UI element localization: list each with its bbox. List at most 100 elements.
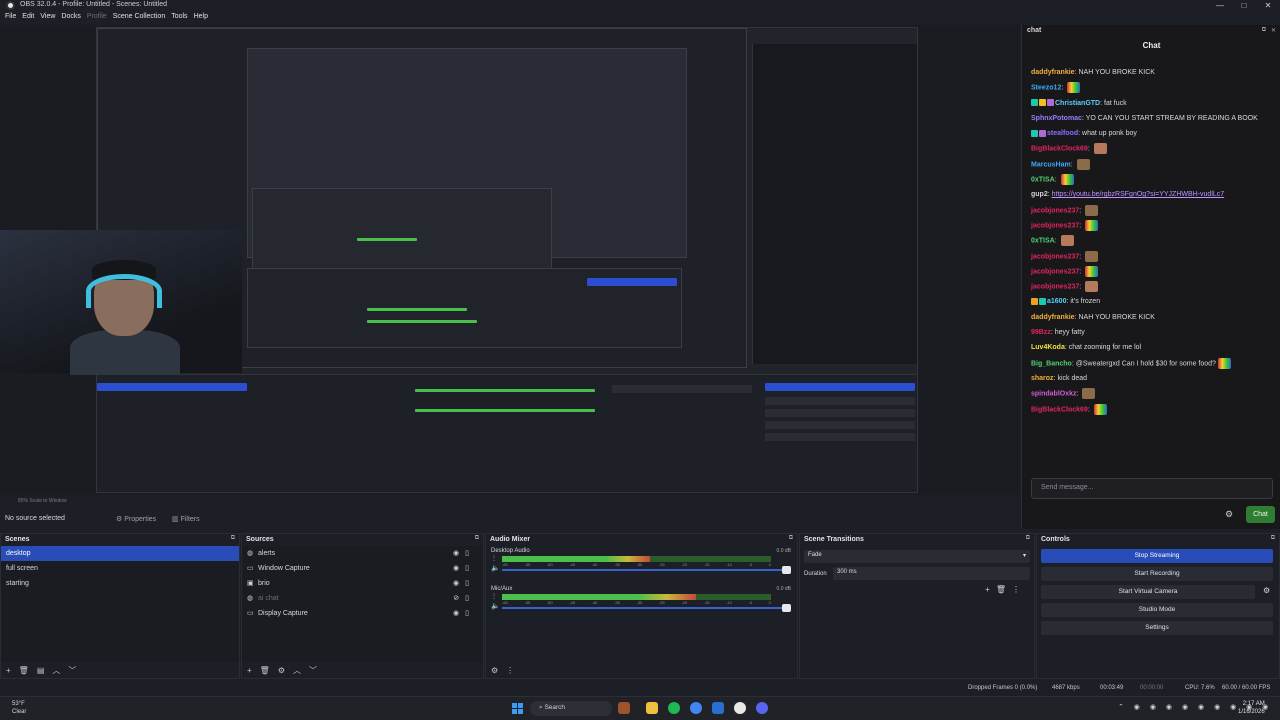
transition-select[interactable]: Fade ▾ <box>804 550 1030 563</box>
move-down-icon[interactable]: ﹀ <box>309 665 317 676</box>
chat-username[interactable]: BigBlackClock69 <box>1031 146 1088 153</box>
volume-slider[interactable] <box>502 607 789 609</box>
chat-username[interactable]: Steezo12 <box>1031 85 1061 92</box>
undock-icon[interactable]: ⧉ <box>1262 27 1266 34</box>
chat-message-list[interactable]: daddyfrankie: NAH YOU BROKE KICK Steezo12… <box>1031 67 1277 419</box>
add-source-icon[interactable]: + <box>247 666 252 675</box>
lock-icon[interactable]: ▯ <box>465 580 475 587</box>
add-scene-icon[interactable]: + <box>6 666 11 675</box>
chat-settings-gear-icon[interactable]: ⚙ <box>1225 509 1233 520</box>
taskbar-search[interactable]: ⌕ Search <box>530 701 612 716</box>
speaker-icon[interactable]: 🔈 <box>491 602 500 610</box>
spotify-icon[interactable] <box>668 702 680 714</box>
volume-slider[interactable] <box>502 569 789 571</box>
menu-help[interactable]: Help <box>191 11 211 25</box>
chat-input[interactable]: Send message... <box>1031 478 1273 499</box>
chat-username[interactable]: Luv4Koda <box>1031 344 1065 351</box>
remove-scene-icon[interactable]: 🗑 <box>19 666 29 675</box>
menu-docks[interactable]: Docks <box>58 11 83 25</box>
source-item[interactable]: ▣ brio ◉▯ <box>242 576 483 591</box>
source-item[interactable]: ◍ ai chat ⊘▯ <box>242 591 483 606</box>
scene-item[interactable]: desktop <box>1 546 239 561</box>
app-icon[interactable] <box>712 702 724 714</box>
chat-username[interactable]: ChristianGTD <box>1055 100 1100 107</box>
discord-icon[interactable] <box>756 702 768 714</box>
chat-username[interactable]: BigBlackClock69 <box>1031 406 1088 413</box>
remove-transition-icon[interactable]: 🗑 <box>996 585 1012 594</box>
visibility-lock-controls[interactable]: ◉▯ <box>453 576 475 591</box>
windows-start-icon[interactable] <box>512 703 523 714</box>
volume-slider-handle[interactable] <box>782 604 791 612</box>
chat-link[interactable]: https://youtu.be/rgbzRSFgnOg?si=YYJZHWBH… <box>1052 191 1225 198</box>
menu-edit[interactable]: Edit <box>19 11 37 25</box>
menu-scene-collection[interactable]: Scene Collection <box>110 11 169 25</box>
chat-username[interactable]: 99Bzz <box>1031 329 1051 336</box>
lock-icon[interactable]: ▯ <box>465 565 475 572</box>
hidden-eye-icon[interactable]: ⊘ <box>453 595 465 602</box>
source-item[interactable]: ▭ Window Capture ◉▯ <box>242 561 483 576</box>
channel-menu-icon[interactable]: ⋮ <box>491 593 497 600</box>
minimize-button[interactable]: — <box>1208 0 1232 11</box>
dock-float-icon[interactable]: ⧉ <box>475 535 479 542</box>
dock-float-icon[interactable]: ⧉ <box>231 535 235 542</box>
chat-username[interactable]: SphnxPotomac <box>1031 115 1082 122</box>
volume-slider-handle[interactable] <box>782 566 791 574</box>
move-down-icon[interactable]: ﹀ <box>68 665 76 676</box>
lock-icon[interactable]: ▯ <box>465 595 475 602</box>
filters-button[interactable]: ▥ Filters <box>168 513 204 525</box>
chat-username[interactable]: a1600 <box>1047 298 1066 305</box>
app-icon[interactable] <box>618 702 630 714</box>
transition-menu-icon[interactable]: ⋮ <box>1012 585 1026 594</box>
chat-username[interactable]: MarcusHam <box>1031 161 1071 168</box>
menu-view[interactable]: View <box>37 11 58 25</box>
scene-item[interactable]: full screen <box>1 561 239 576</box>
chat-username[interactable]: Big_Bancho <box>1031 360 1072 367</box>
chat-send-button[interactable]: Chat <box>1246 506 1275 523</box>
lock-icon[interactable]: ▯ <box>465 610 475 617</box>
scene-item[interactable]: starting <box>1 576 239 591</box>
chat-username[interactable]: jacobjones237 <box>1031 222 1079 229</box>
eye-icon[interactable]: ◉ <box>453 610 465 617</box>
chat-username[interactable]: stealfood <box>1047 130 1078 137</box>
lock-icon[interactable]: ▯ <box>465 550 475 557</box>
start-recording-button[interactable]: Start Recording <box>1041 567 1273 581</box>
file-explorer-icon[interactable] <box>646 702 658 714</box>
chat-username[interactable]: jacobjones237 <box>1031 253 1079 260</box>
chat-username[interactable]: sharoz <box>1031 375 1054 382</box>
source-item[interactable]: ◍ alerts ◉▯ <box>242 546 483 561</box>
visibility-lock-controls[interactable]: ◉▯ <box>453 606 475 621</box>
channel-menu-icon[interactable]: ⋮ <box>491 555 497 562</box>
scene-filter-icon[interactable]: ▤ <box>37 666 45 675</box>
dock-float-icon[interactable]: ⧉ <box>789 535 793 542</box>
chat-username[interactable]: gup2 <box>1031 191 1048 198</box>
eye-icon[interactable]: ◉ <box>453 565 465 572</box>
eye-icon[interactable]: ◉ <box>453 550 465 557</box>
visibility-lock-controls[interactable]: ⊘▯ <box>453 591 475 606</box>
speaker-icon[interactable]: 🔈 <box>491 564 500 572</box>
source-settings-gear-icon[interactable]: ⚙ <box>278 666 285 675</box>
dock-float-icon[interactable]: ⧉ <box>1026 535 1030 542</box>
virtual-camera-gear-icon[interactable]: ⚙ <box>1263 586 1270 595</box>
dock-close-icon[interactable]: ✕ <box>1271 27 1276 34</box>
clock[interactable]: 2:17 AM 1/16/2026 <box>1238 700 1265 716</box>
remove-source-icon[interactable]: 🗑 <box>260 666 270 675</box>
maximize-button[interactable]: □ <box>1232 0 1256 11</box>
chat-username[interactable]: jacobjones237 <box>1031 207 1079 214</box>
chat-username[interactable]: jacobjones237 <box>1031 268 1079 275</box>
studio-mode-button[interactable]: Studio Mode <box>1041 603 1273 617</box>
duration-input[interactable]: 300 ms <box>833 567 1030 580</box>
properties-button[interactable]: ⚙ Properties <box>112 513 160 525</box>
preview-canvas[interactable] <box>0 25 1020 495</box>
visibility-lock-controls[interactable]: ◉▯ <box>453 546 475 561</box>
chat-username[interactable]: 0xTISA <box>1031 238 1055 245</box>
start-virtual-camera-button[interactable]: Start Virtual Camera <box>1041 585 1255 599</box>
eye-icon[interactable]: ◉ <box>453 580 465 587</box>
settings-button[interactable]: Settings <box>1041 621 1273 635</box>
obs-icon[interactable] <box>734 702 746 714</box>
move-up-icon[interactable]: ︿ <box>293 665 301 676</box>
stop-streaming-button[interactable]: Stop Streaming <box>1041 549 1273 563</box>
mixer-menu-icon[interactable]: ⋮ <box>506 666 514 675</box>
close-button[interactable]: ✕ <box>1256 0 1280 11</box>
menu-profile[interactable]: Profile <box>84 11 110 25</box>
menu-tools[interactable]: Tools <box>168 11 190 25</box>
